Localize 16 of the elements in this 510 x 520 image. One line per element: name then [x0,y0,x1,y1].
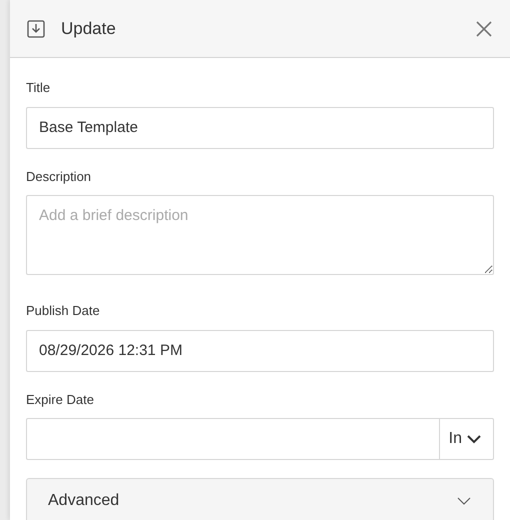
input-field[interactable] [26,418,440,460]
input-field[interactable]: 08/29/2026 12:31 PM [26,330,494,372]
chevron-down-icon [457,497,471,505]
input-field[interactable]: Base Template [26,106,494,148]
download-box-icon [27,20,45,38]
field-label: Expire Date [26,390,95,409]
panel-title: Update [61,18,116,40]
close-button[interactable] [476,20,492,36]
textarea-field[interactable]: Add a brief description [26,195,494,275]
field-label: Publish Date [26,302,101,320]
chevron-down-icon [467,434,481,444]
advanced-toggle[interactable]: Advanced [26,478,494,520]
unit-dropdown[interactable]: In [440,418,494,460]
field-label: Description [26,168,92,186]
close-icon [476,20,492,36]
field-label: Title [26,79,52,97]
